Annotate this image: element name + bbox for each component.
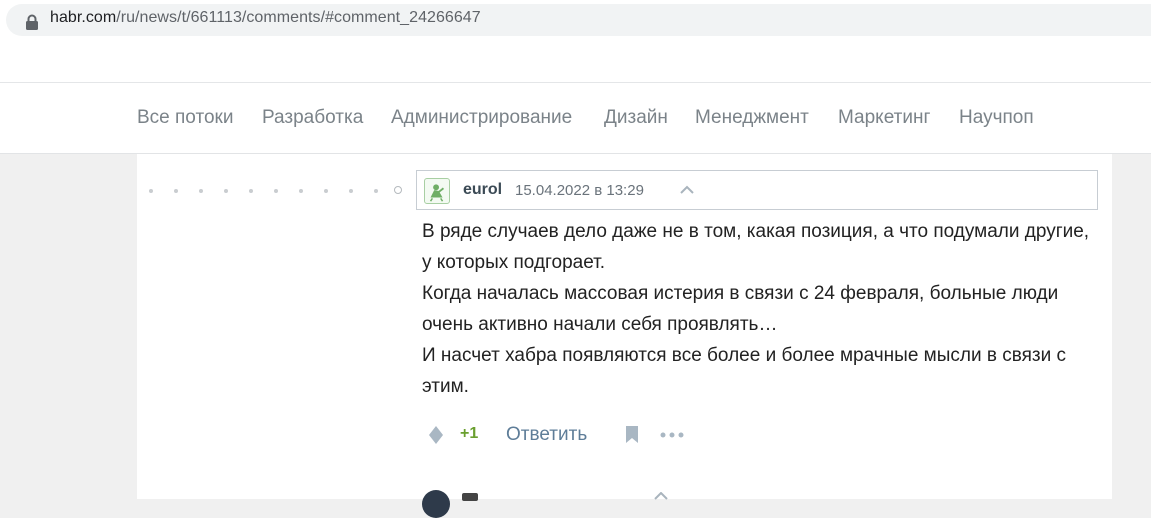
- thread-dot: [349, 189, 353, 193]
- thread-depth-indicator: [149, 186, 402, 194]
- more-dots-icon[interactable]: [660, 432, 684, 438]
- reply-button[interactable]: Ответить: [506, 424, 587, 446]
- comment-header: eurol 15.04.2022 в 13:29: [416, 170, 1098, 210]
- bookmark-icon[interactable]: [625, 425, 639, 444]
- thread-dot: [224, 189, 228, 193]
- comment-username[interactable]: eurol: [463, 181, 502, 199]
- url-field[interactable]: habr.com/ru/news/t/661113/comments/#comm…: [6, 4, 1151, 36]
- thread-dot: [149, 189, 153, 193]
- browser-address-bar: habr.com/ru/news/t/661113/comments/#comm…: [0, 0, 1151, 40]
- thread-dot: [274, 189, 278, 193]
- comment-actions: +1 Ответить: [422, 420, 722, 450]
- lock-icon[interactable]: [25, 14, 39, 30]
- comment-score: +1: [460, 425, 479, 442]
- comment-paragraph: И насчет хабра появляются все более и бо…: [422, 345, 1067, 397]
- username-fragment: [462, 493, 478, 501]
- url-text[interactable]: habr.com/ru/news/t/661113/comments/#comm…: [50, 9, 481, 27]
- thread-dot: [299, 189, 303, 193]
- thread-dot: [199, 189, 203, 193]
- site-header: [0, 40, 1151, 82]
- thread-dot: [249, 189, 253, 193]
- flow-popsci[interactable]: Научпоп: [959, 107, 1034, 129]
- avatar[interactable]: [424, 178, 450, 204]
- comment-body: В ряде случаев дело даже не в том, какая…: [422, 216, 1102, 402]
- flow-administration[interactable]: Администрирование: [391, 107, 572, 129]
- avatar-icon: [429, 184, 445, 202]
- avatar[interactable]: [422, 490, 450, 518]
- next-comment-header: [422, 490, 822, 518]
- flow-all[interactable]: Все потоки: [137, 107, 233, 129]
- chevron-up-icon[interactable]: [679, 183, 695, 195]
- flow-management[interactable]: Менеджмент: [695, 107, 809, 129]
- thread-dot: [174, 189, 178, 193]
- flow-design[interactable]: Дизайн: [604, 107, 668, 129]
- flow-marketing[interactable]: Маркетинг: [838, 107, 930, 129]
- thread-parent-ring[interactable]: [394, 186, 402, 194]
- flows-nav: Все потоки Разработка Администрирование …: [0, 83, 1151, 153]
- url-host: habr.com: [50, 9, 117, 26]
- flow-development[interactable]: Разработка: [262, 107, 363, 129]
- comment-paragraph: Когда началась массовая истерия в связи …: [422, 283, 1059, 335]
- comment-datetime[interactable]: 15.04.2022 в 13:29: [515, 182, 644, 199]
- comment-paragraph: В ряде случаев дело даже не в том, какая…: [422, 221, 1090, 273]
- thread-dot: [324, 189, 328, 193]
- thread-dot: [374, 189, 378, 193]
- vote-diamond-icon[interactable]: [428, 425, 444, 445]
- page-gutter: [1112, 154, 1151, 499]
- url-path: /ru/news/t/661113/comments/#comment_2426…: [116, 9, 481, 26]
